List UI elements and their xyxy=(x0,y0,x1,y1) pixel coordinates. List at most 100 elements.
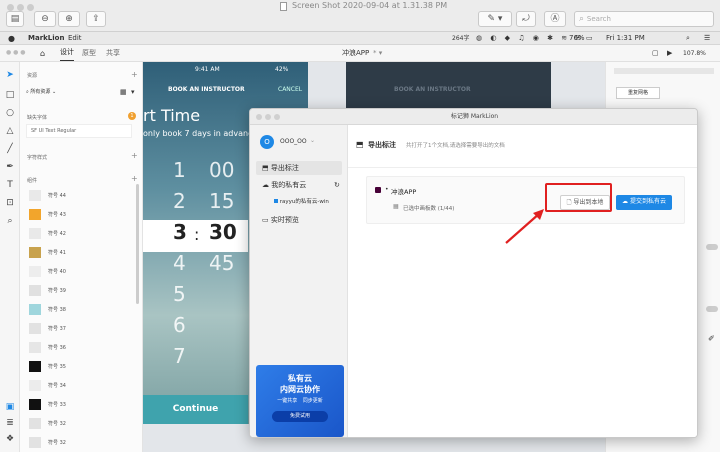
rectangle-tool-icon[interactable]: □ xyxy=(5,90,15,100)
promo-banner[interactable]: 私有云 内网云协作 一键共享 同步更新 免费试用 xyxy=(256,365,344,437)
zoom-traffic-light[interactable] xyxy=(27,4,34,11)
picker-hour: 7 xyxy=(173,344,186,368)
symbol-label: 符号 44 xyxy=(48,193,66,199)
symbol-thumbnail xyxy=(29,228,41,239)
symbol-row[interactable]: 符号 34 xyxy=(28,378,132,393)
symbol-thumbnail xyxy=(29,342,41,353)
export-icon: ⬒ xyxy=(262,164,269,172)
add-asset-icon[interactable]: + xyxy=(131,70,138,79)
symbol-row[interactable]: 符号 38 xyxy=(28,302,132,317)
control-center-icon[interactable]: ☰ xyxy=(704,32,710,45)
header-divider xyxy=(348,167,697,168)
text-tool-icon[interactable]: T xyxy=(5,180,15,190)
refresh-icon[interactable]: ↻ xyxy=(334,178,340,192)
dialog-close-button[interactable] xyxy=(256,114,262,120)
view-toggle-icon[interactable]: ▦ xyxy=(120,88,127,96)
zoom-tool-icon[interactable]: ⌕ xyxy=(5,216,15,226)
triangle-tool-icon[interactable]: △ xyxy=(5,126,15,136)
symbol-row[interactable]: 符号 36 xyxy=(28,340,132,355)
symbol-thumbnail xyxy=(29,304,41,315)
symbol-row[interactable]: 符号 41 xyxy=(28,245,132,260)
symbol-row[interactable]: 符号 37 xyxy=(28,321,132,336)
symbol-row[interactable]: 符号 35 xyxy=(28,359,132,374)
symbol-row[interactable]: 符号 42 xyxy=(28,226,132,241)
picker-minute: 00 xyxy=(209,158,235,182)
document-title-chevron-icon: * ▾ xyxy=(373,49,383,57)
clock[interactable]: Fri 1:31 PM xyxy=(606,32,645,45)
menu-edit[interactable]: Edit xyxy=(68,32,82,45)
zoom-in-button[interactable]: ⊕ xyxy=(58,11,80,27)
text-styles-heading: 字符样式 xyxy=(27,155,48,161)
components-heading: 组件 xyxy=(27,178,38,184)
line-tool-icon[interactable]: ╱ xyxy=(5,144,15,154)
nav-my-cloud[interactable]: ☁ 我的私有云 ↻ xyxy=(256,178,342,192)
play-icon[interactable]: ▶ xyxy=(667,45,672,62)
zoom-level[interactable]: 107.8% xyxy=(683,45,706,62)
arrow-shaft xyxy=(505,212,541,244)
add-text-style-icon[interactable]: + xyxy=(131,151,138,160)
tab-share[interactable]: 共享 xyxy=(106,45,120,62)
symbol-label: 符号 42 xyxy=(48,231,66,237)
symbol-row[interactable]: 符号 39 xyxy=(28,283,132,298)
tab-prototype[interactable]: 原型 xyxy=(82,45,96,62)
close-traffic-light[interactable] xyxy=(7,4,14,11)
symbol-row[interactable]: 符号 44 xyxy=(28,188,132,203)
symbol-row[interactable]: 符号 40 xyxy=(28,264,132,279)
layers-icon[interactable]: ▣ xyxy=(5,402,15,412)
menu-app-name[interactable]: MarkLion xyxy=(28,32,64,45)
dialog-minimize-button[interactable] xyxy=(265,114,271,120)
panel-toggle-1[interactable] xyxy=(706,244,718,250)
tab-design[interactable]: 设计 xyxy=(60,45,74,61)
symbol-thumbnail xyxy=(29,285,41,296)
plugins-icon[interactable]: ❖ xyxy=(5,434,15,444)
artboard-tool-icon[interactable]: ⊡ xyxy=(5,198,15,208)
minimize-traffic-light[interactable] xyxy=(17,4,24,11)
apple-icon[interactable]: ● xyxy=(8,32,15,45)
symbol-row[interactable]: 符号 32 xyxy=(28,416,132,431)
nav-export-annotations[interactable]: ⬒ 导出标注 xyxy=(256,161,342,175)
share-button[interactable]: ⇪ xyxy=(86,11,106,27)
zoom-out-button[interactable]: ⊖ xyxy=(34,11,56,27)
picker-colon: : xyxy=(194,225,200,244)
select-tool-icon[interactable]: ➤ xyxy=(5,70,15,80)
home-icon[interactable]: ⌂ xyxy=(40,45,45,62)
sidebar-toggle-button[interactable]: ▤ xyxy=(6,11,24,27)
symbol-row[interactable]: 符号 32 xyxy=(28,435,132,450)
picker-hour: 1 xyxy=(173,158,186,182)
markup-pen-button[interactable]: ✎ ▾ xyxy=(478,11,512,27)
user-chevron-icon[interactable]: ⌄ xyxy=(310,137,315,144)
add-component-icon[interactable]: + xyxy=(131,174,138,183)
picker-minute: 15 xyxy=(209,189,235,213)
more-icon[interactable]: ▾ xyxy=(131,88,135,96)
symbol-row[interactable]: 符号 33 xyxy=(28,397,132,412)
device-icon[interactable]: ▢ xyxy=(652,45,659,62)
user-avatar[interactable]: O xyxy=(260,135,274,149)
repeat-grid-button[interactable]: 重复网格 xyxy=(616,87,660,99)
search-field[interactable]: ⌕ Search xyxy=(574,11,714,27)
nav-export-label: 导出标注 xyxy=(270,164,299,172)
dialog-titlebar: 标记狮 MarkLion xyxy=(250,109,697,125)
markup-toolbar-button[interactable]: Ⓐ xyxy=(544,11,566,27)
spotlight-icon[interactable]: ⌕ xyxy=(686,32,690,45)
filter-search-icon: ⌕ xyxy=(26,89,29,95)
assets-panel: 资源 + ⌕ 所有资源 ⌄ ▦ ▾ 缺失字体 1 SF UI Text Regu… xyxy=(20,62,143,452)
rotate-button[interactable]: ⤾ xyxy=(516,11,536,27)
stack-icon[interactable]: ≣ xyxy=(5,418,15,428)
document-title[interactable]: 冲浪APP xyxy=(342,45,369,62)
submit-cloud-button[interactable]: ☁ 提交到私有云 xyxy=(616,195,672,210)
assets-filter-select[interactable]: ⌕ 所有资源 ⌄ xyxy=(26,86,126,98)
nav-live-preview[interactable]: ▭ 实时预览 xyxy=(256,213,299,227)
cloud-list-item[interactable]: rayyu的私有云-win xyxy=(274,197,329,205)
dialog-zoom-button[interactable] xyxy=(274,114,280,120)
missing-font-row[interactable]: SF UI Text Regular xyxy=(26,124,132,138)
eyedropper-icon[interactable]: ✐ xyxy=(708,334,715,343)
pen-tool-icon[interactable]: ✒ xyxy=(5,162,15,172)
user-name[interactable]: OOO_OO xyxy=(280,138,307,145)
ellipse-tool-icon[interactable]: ○ xyxy=(5,108,15,118)
window-title: Screen Shot 2020-09-04 at 1.31.38 PM xyxy=(292,1,448,10)
promo-trial-button[interactable]: 免费试用 xyxy=(272,411,328,422)
panel-scrollbar[interactable] xyxy=(136,184,139,304)
promo-sub: 一键共享 同步更新 xyxy=(256,397,344,404)
panel-toggle-2[interactable] xyxy=(706,306,718,312)
symbol-row[interactable]: 符号 43 xyxy=(28,207,132,222)
